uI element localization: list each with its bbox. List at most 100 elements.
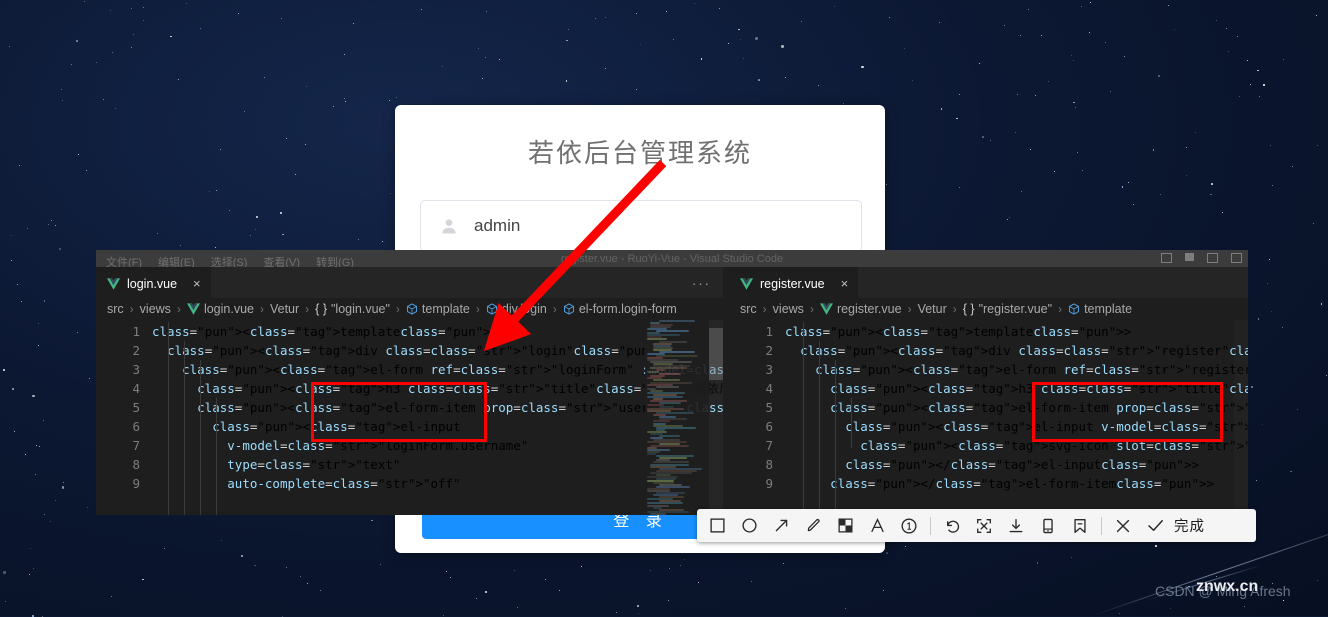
line-numbers-right: 123456789 bbox=[729, 320, 773, 493]
code-line: class="pun"><class="tag">h3 class=class=… bbox=[785, 379, 1248, 398]
line-number: 7 bbox=[96, 436, 140, 455]
line-number: 9 bbox=[96, 474, 140, 493]
code-line: class="pun"><class="tag">el-input bbox=[152, 417, 723, 436]
breadcrumb-label: template bbox=[1084, 302, 1132, 316]
breadcrumb-label: views bbox=[140, 302, 171, 316]
tabbar-right: register.vue × bbox=[729, 267, 1248, 298]
arrow-icon[interactable] bbox=[765, 509, 797, 542]
breadcrumb-item[interactable]: { }"register.vue" bbox=[963, 302, 1052, 316]
breadcrumb-item[interactable]: template bbox=[406, 302, 470, 316]
minimap-line bbox=[656, 386, 679, 388]
line-number: 5 bbox=[729, 398, 773, 417]
breadcrumb-item[interactable]: views bbox=[140, 302, 171, 316]
breadcrumb-separator: › bbox=[396, 302, 400, 316]
vue-icon bbox=[107, 278, 120, 290]
line-number: 3 bbox=[729, 360, 773, 379]
rectangle-icon[interactable] bbox=[701, 509, 733, 542]
breadcrumb-separator: › bbox=[476, 302, 480, 316]
close-window-icon[interactable] bbox=[1231, 253, 1242, 263]
code-line: type=class="str">"text" bbox=[152, 455, 723, 474]
editor-scrollbar-right[interactable] bbox=[1234, 320, 1248, 515]
breadcrumb-item[interactable]: div.login bbox=[486, 302, 547, 316]
minimize-icon[interactable] bbox=[1161, 253, 1172, 263]
code-lines-left: class="pun"><class="tag">templateclass="… bbox=[152, 322, 723, 493]
code-line: auto-complete=class="str">"off" bbox=[152, 474, 723, 493]
line-number: 1 bbox=[729, 322, 773, 341]
ellipse-icon[interactable] bbox=[733, 509, 765, 542]
breadcrumb-left[interactable]: src›views›login.vue›Vetur›{ }"login.vue"… bbox=[96, 298, 723, 320]
breadcrumb-right[interactable]: src›views›register.vue›Vetur›{ }"registe… bbox=[729, 298, 1248, 320]
line-number: 6 bbox=[96, 417, 140, 436]
mosaic-icon[interactable] bbox=[829, 509, 861, 542]
username-field[interactable]: admin bbox=[420, 200, 862, 252]
editor-scrollbar-left[interactable] bbox=[709, 320, 723, 515]
line-number: 8 bbox=[729, 455, 773, 474]
breadcrumb-item[interactable]: login.vue bbox=[187, 302, 254, 316]
breadcrumb-item[interactable]: template bbox=[1068, 302, 1132, 316]
pin-icon[interactable] bbox=[1064, 509, 1096, 542]
window-title: register.vue - RuoYi-Vue - Visual Studio… bbox=[96, 253, 1248, 265]
tab-label-left: login.vue bbox=[127, 277, 177, 291]
breadcrumb-item[interactable]: { }"login.vue" bbox=[315, 302, 390, 316]
download-icon[interactable] bbox=[1000, 509, 1032, 542]
breadcrumb-item[interactable]: Vetur bbox=[918, 302, 947, 316]
vue-icon bbox=[740, 278, 753, 290]
phone-icon[interactable] bbox=[1032, 509, 1064, 542]
code-line: class="pun"><class="tag">h3 class=class=… bbox=[152, 379, 723, 398]
breadcrumb-label: "login.vue" bbox=[331, 302, 390, 316]
code-area-left[interactable]: 123456789 class="pun"><class="tag">templ… bbox=[96, 320, 723, 515]
minimap-line bbox=[647, 453, 656, 455]
tab-close-icon-right[interactable]: × bbox=[841, 276, 849, 291]
breadcrumb-label: div.login bbox=[502, 302, 547, 316]
code-line: class="pun"><class="tag">templateclass="… bbox=[152, 322, 723, 341]
breadcrumb-label: "register.vue" bbox=[979, 302, 1053, 316]
breadcrumb-item[interactable]: register.vue bbox=[820, 302, 902, 316]
scrollbar-thumb[interactable] bbox=[709, 328, 723, 380]
restore-icon[interactable] bbox=[1185, 253, 1194, 261]
breadcrumb-separator: › bbox=[908, 302, 912, 316]
cube-icon bbox=[563, 303, 575, 315]
breadcrumb-separator: › bbox=[130, 302, 134, 316]
line-number: 2 bbox=[729, 341, 773, 360]
indent-guide bbox=[216, 398, 217, 515]
breadcrumb-item[interactable]: Vetur bbox=[270, 302, 299, 316]
indent-guide bbox=[819, 341, 820, 515]
window-controls[interactable] bbox=[1161, 250, 1242, 260]
tab-close-icon-left[interactable]: × bbox=[193, 276, 201, 291]
line-number: 8 bbox=[96, 455, 140, 474]
check-icon[interactable] bbox=[1139, 509, 1171, 542]
tab-label-right: register.vue bbox=[760, 277, 825, 291]
done-button-label[interactable]: 完成 bbox=[1174, 515, 1205, 536]
breadcrumb-item[interactable]: src bbox=[107, 302, 124, 316]
vue-icon bbox=[820, 303, 833, 315]
user-icon bbox=[439, 216, 459, 236]
login-title: 若依后台管理系统 bbox=[395, 133, 885, 170]
maximize-icon[interactable] bbox=[1207, 253, 1218, 263]
watermark-site: znwx.cn bbox=[1196, 578, 1258, 596]
tab-register-vue[interactable]: register.vue × bbox=[729, 267, 858, 299]
screenshot-toolbar[interactable]: 完成 bbox=[697, 509, 1256, 542]
breadcrumb-item[interactable]: views bbox=[773, 302, 804, 316]
line-numbers-left: 123456789 bbox=[96, 320, 140, 493]
undo-icon[interactable] bbox=[936, 509, 968, 542]
text-icon[interactable] bbox=[861, 509, 893, 542]
close-icon[interactable] bbox=[1107, 509, 1139, 542]
tab-login-vue[interactable]: login.vue × bbox=[96, 267, 211, 299]
ocr-icon[interactable] bbox=[968, 509, 1000, 542]
pencil-icon[interactable] bbox=[797, 509, 829, 542]
line-number: 5 bbox=[96, 398, 140, 417]
minimap-line bbox=[656, 330, 689, 332]
code-area-right[interactable]: 123456789 class="pun"><class="tag">templ… bbox=[729, 320, 1248, 515]
breadcrumb-item[interactable]: src bbox=[740, 302, 757, 316]
indent-guide bbox=[168, 322, 169, 515]
more-actions-button[interactable]: ··· bbox=[692, 276, 711, 291]
breadcrumb-separator: › bbox=[1058, 302, 1062, 316]
serial-number-icon[interactable] bbox=[893, 509, 925, 542]
breadcrumb-label: views bbox=[773, 302, 804, 316]
breadcrumb-item[interactable]: el-form.login-form bbox=[563, 302, 677, 316]
code-line: class="pun"></class="tag">el-inputclass=… bbox=[785, 455, 1248, 474]
minimap-left[interactable] bbox=[645, 320, 709, 515]
line-number: 7 bbox=[729, 436, 773, 455]
editor-pane-right: register.vue × src›views›register.vue›Ve… bbox=[729, 267, 1248, 515]
line-number: 4 bbox=[729, 379, 773, 398]
